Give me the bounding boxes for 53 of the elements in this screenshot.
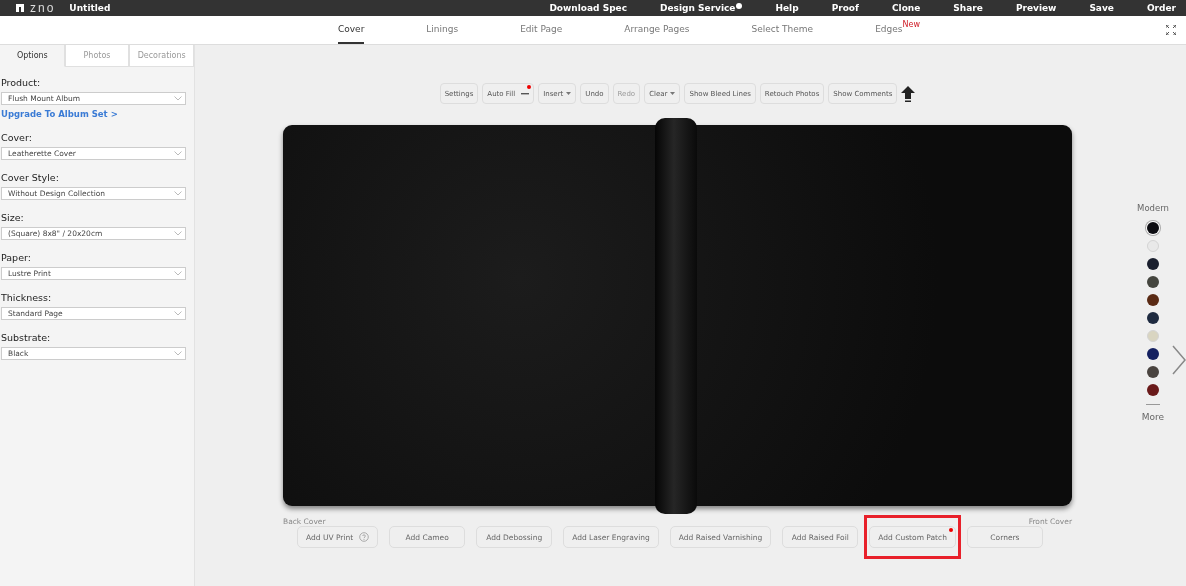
color-swatch[interactable] <box>1147 348 1159 360</box>
more-link[interactable]: More <box>1135 411 1171 423</box>
menu-item[interactable]: Order <box>1146 3 1176 13</box>
menu-item[interactable]: Preview <box>1015 3 1057 13</box>
field-label: Product: <box>1 77 42 88</box>
tab[interactable]: Cover <box>338 16 365 44</box>
color-swatch[interactable] <box>1147 330 1159 342</box>
chevron-down-icon <box>174 351 182 356</box>
chevron-down-icon <box>174 271 182 276</box>
color-swatch[interactable] <box>1147 384 1159 396</box>
menu-item[interactable]: Proof <box>831 3 859 13</box>
color-swatch[interactable] <box>1147 258 1159 270</box>
field-label: Cover Style: <box>1 172 60 183</box>
notification-dot <box>948 528 953 532</box>
color-swatch[interactable] <box>1147 366 1159 378</box>
upgrade-link[interactable]: Upgrade To Album Set > <box>1 109 186 119</box>
swatch-title: Modern <box>1137 203 1169 213</box>
new-label: New <box>902 20 920 29</box>
document-title: Untitled <box>69 3 111 13</box>
field-label: Size: <box>1 212 25 223</box>
field-label: Thickness: <box>1 292 53 303</box>
chevron-right-icon[interactable] <box>1172 345 1186 375</box>
tab[interactable]: Linings <box>426 16 459 44</box>
chevron-down-icon <box>174 151 182 156</box>
tab[interactable]: Edit Page <box>520 16 563 44</box>
menu-item[interactable]: Save <box>1089 3 1114 13</box>
color-swatch[interactable] <box>1147 240 1159 252</box>
chevron-down-icon <box>174 311 182 316</box>
color-swatch[interactable] <box>1147 276 1159 288</box>
logo-text: zno <box>30 1 56 15</box>
chevron-down-icon <box>174 231 182 236</box>
chevron-down-icon <box>174 191 182 196</box>
menu-item[interactable]: Share <box>953 3 983 13</box>
menu-item[interactable]: Clone <box>891 3 921 13</box>
caret-icon <box>670 92 676 95</box>
fullscreen-icon[interactable] <box>1166 25 1176 35</box>
notification-dot <box>527 85 532 89</box>
logo-icon <box>16 4 24 12</box>
upload-arrow-icon[interactable] <box>901 85 916 102</box>
field-label: Substrate: <box>1 332 52 343</box>
tab[interactable]: Edges <box>875 16 903 44</box>
tab[interactable]: Arrange Pages <box>624 16 690 44</box>
menu-item[interactable]: Help <box>775 3 799 13</box>
chevron-down-icon <box>174 96 182 101</box>
menu-item[interactable]: Design Service <box>660 3 743 13</box>
menu-item[interactable]: Download Spec <box>549 3 628 13</box>
field-label: Paper: <box>1 252 32 263</box>
color-swatch[interactable] <box>1147 294 1159 306</box>
color-swatch[interactable] <box>1147 312 1159 324</box>
field-label: Cover: <box>1 132 33 143</box>
caret-icon <box>566 92 572 95</box>
tab[interactable]: Select Theme <box>751 16 814 44</box>
color-swatch[interactable] <box>1147 222 1159 234</box>
